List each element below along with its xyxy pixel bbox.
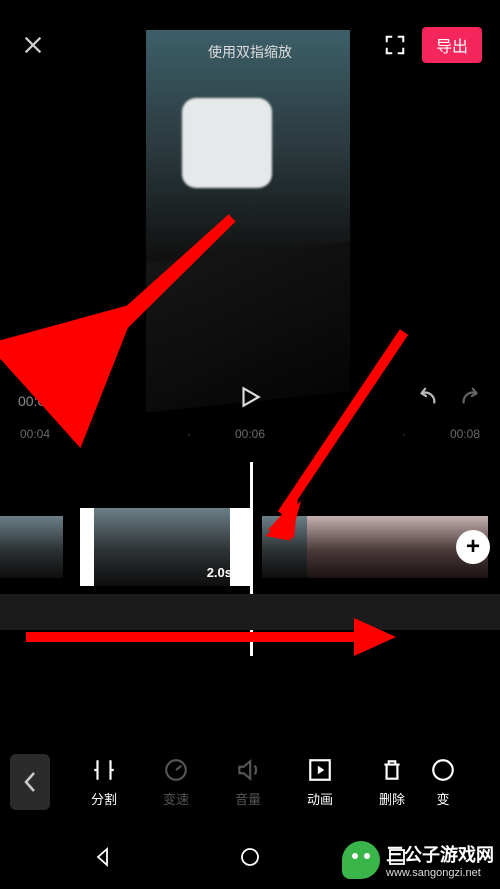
nav-back-icon[interactable] bbox=[91, 845, 115, 869]
time-ruler[interactable]: 00:04 00:06 00:08 bbox=[0, 427, 500, 455]
clip-thumb[interactable] bbox=[352, 516, 398, 578]
preview-subject-layer bbox=[182, 98, 272, 188]
tool-label: 音量 bbox=[235, 789, 261, 808]
trim-handle-left[interactable] bbox=[80, 508, 94, 586]
undo-button[interactable] bbox=[414, 386, 440, 408]
nav-home-icon[interactable] bbox=[238, 845, 262, 869]
tool-label: 分割 bbox=[91, 789, 117, 808]
tool-split[interactable]: 分割 bbox=[68, 757, 140, 808]
redo-button[interactable] bbox=[458, 386, 484, 408]
fullscreen-icon[interactable] bbox=[384, 34, 406, 56]
zoom-hint: 使用双指缩放 bbox=[208, 42, 292, 62]
volume-icon bbox=[235, 757, 261, 783]
split-icon bbox=[91, 757, 117, 783]
speed-icon bbox=[163, 757, 189, 783]
tool-label: 变速 bbox=[163, 789, 189, 808]
preview-canvas[interactable] bbox=[146, 30, 350, 378]
clip-thumb[interactable] bbox=[307, 516, 353, 578]
close-icon[interactable] bbox=[22, 34, 44, 56]
edit-toolbar: 分割 变速 音量 动画 删除 变 bbox=[0, 741, 500, 823]
tool-volume: 音量 bbox=[212, 757, 284, 808]
secondary-track[interactable] bbox=[0, 594, 500, 630]
export-button[interactable]: 导出 bbox=[422, 27, 482, 63]
timecode: 00:06/00:14 bbox=[18, 393, 92, 409]
tool-label: 动画 bbox=[307, 789, 333, 808]
current-time: 00:06 bbox=[18, 393, 53, 409]
tool-label: 变 bbox=[436, 789, 449, 808]
watermark-title: 三公子游戏网 bbox=[386, 841, 494, 867]
more-icon bbox=[430, 757, 456, 783]
total-time: 00:14 bbox=[57, 393, 92, 409]
watermark-logo bbox=[342, 841, 380, 879]
ruler-mark: 00:08 bbox=[450, 427, 480, 455]
trim-handle-right[interactable] bbox=[236, 508, 250, 586]
play-button[interactable] bbox=[237, 384, 263, 410]
clip-thumb[interactable] bbox=[17, 516, 63, 578]
animation-icon bbox=[307, 757, 333, 783]
delete-icon bbox=[379, 757, 405, 783]
tool-label: 删除 bbox=[379, 789, 405, 808]
ruler-mark: 00:06 bbox=[235, 427, 265, 455]
undo-redo-group bbox=[414, 386, 484, 408]
clip-thumb[interactable] bbox=[0, 516, 18, 578]
tool-delete[interactable]: 删除 bbox=[356, 757, 428, 808]
ruler-mark: 00:04 bbox=[20, 427, 50, 455]
selected-clip[interactable]: 2.0s bbox=[80, 508, 250, 586]
tool-animation[interactable]: 动画 bbox=[284, 757, 356, 808]
clip-thumb[interactable] bbox=[397, 516, 443, 578]
add-clip-button[interactable]: + bbox=[456, 530, 490, 564]
tool-speed: 变速 bbox=[140, 757, 212, 808]
watermark: 三公子游戏网 www.sangongzi.net bbox=[342, 841, 494, 879]
clip-thumb[interactable] bbox=[262, 516, 308, 578]
clip-thumb bbox=[94, 508, 140, 586]
tool-partial[interactable]: 变 bbox=[428, 757, 458, 808]
clip-thumb bbox=[139, 508, 185, 586]
watermark-url: www.sangongzi.net bbox=[386, 867, 494, 879]
chevron-left-icon bbox=[23, 771, 37, 793]
toolbar-back-button[interactable] bbox=[10, 754, 50, 810]
clip-duration: 2.0s bbox=[207, 565, 232, 580]
